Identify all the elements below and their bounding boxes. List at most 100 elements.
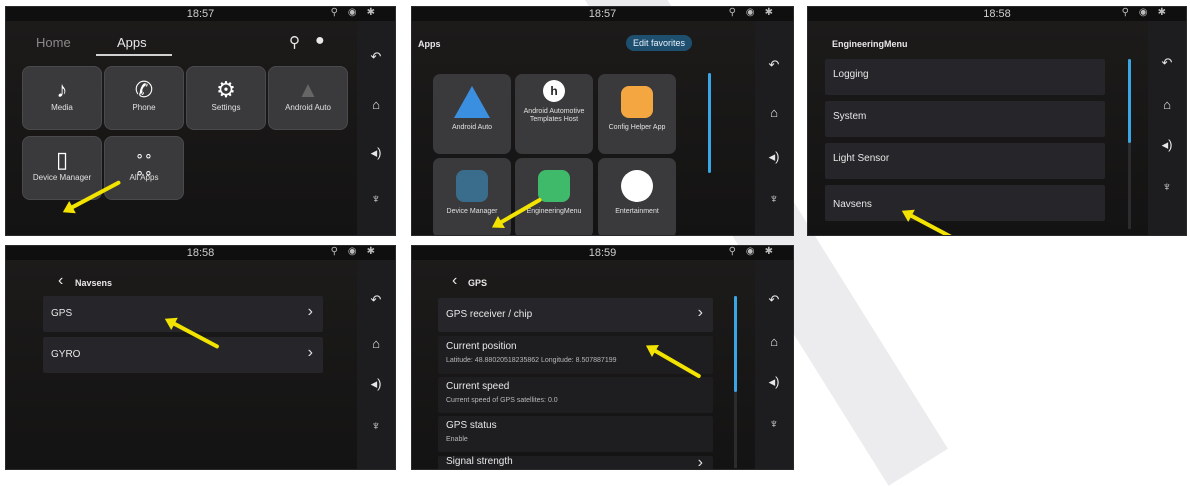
scrollbar[interactable] xyxy=(1128,59,1131,143)
volume-icon[interactable]: ◂) xyxy=(755,149,793,165)
account-icon[interactable]: ● xyxy=(315,32,325,50)
menu-item-logging[interactable]: Logging xyxy=(825,59,1105,95)
back-chevron-icon[interactable]: ‹ xyxy=(58,272,63,290)
app-grid-area: Apps Edit favorites Android Auto h Andro… xyxy=(412,21,755,235)
volume-icon[interactable]: ◂) xyxy=(357,145,395,161)
volume-icon[interactable]: ◂) xyxy=(1148,137,1186,153)
menu-item-gyro[interactable]: GYRO › xyxy=(43,337,323,373)
music-app-icon xyxy=(621,170,653,202)
page-title: Navsens xyxy=(75,278,113,288)
gps-area: ‹ GPS GPS receiver / chip › Current posi… xyxy=(412,260,755,469)
tab-apps-underline xyxy=(96,54,172,56)
status-bar: 18:58 ⚲◉✱ xyxy=(6,246,395,260)
microphone-icon[interactable]: ♆ xyxy=(755,416,793,431)
tile-label: Android Auto xyxy=(451,124,493,131)
smartphone-icon: ▯ xyxy=(55,147,69,172)
tile-templates-host[interactable]: h Android Automotive Templates Host xyxy=(515,74,593,154)
home-icon[interactable]: ⌂ xyxy=(755,334,793,349)
current-position-item[interactable]: Current position Latitude: 48.8802051823… xyxy=(438,336,713,374)
status-icons: ⚲◉✱ xyxy=(330,7,385,18)
microphone-icon[interactable]: ♆ xyxy=(357,418,395,433)
microphone-icon[interactable]: ♆ xyxy=(755,191,793,206)
screenshot-gps: 18:59 ⚲◉✱ ‹ GPS GPS receiver / chip › Cu… xyxy=(411,245,794,470)
tile-label: Entertainment xyxy=(615,208,659,215)
current-speed-item[interactable]: Current speed Current speed of GPS satel… xyxy=(438,377,713,413)
clock: 18:59 xyxy=(588,247,617,259)
back-chevron-icon[interactable]: ‹ xyxy=(452,272,457,290)
tile-label: EngineeringMenu xyxy=(526,208,582,215)
status-icons: ⚲◉✱ xyxy=(728,7,783,18)
tile-entertainment[interactable]: Entertainment xyxy=(598,158,676,235)
tile-settings[interactable]: ⚙ Settings xyxy=(186,66,266,130)
back-icon[interactable]: ↶ xyxy=(1148,55,1186,71)
item-title: GPS status xyxy=(446,420,497,431)
back-icon[interactable]: ↶ xyxy=(755,292,793,308)
back-icon[interactable]: ↶ xyxy=(357,49,395,65)
home-icon[interactable]: ⌂ xyxy=(357,97,395,112)
tile-label: Media xyxy=(51,103,73,112)
gear-icon: ⚙ xyxy=(216,77,236,102)
all-apps-icon: ∘∘ ∘∘ xyxy=(135,147,153,180)
scrollbar[interactable] xyxy=(708,73,711,173)
home-icon[interactable]: ⌂ xyxy=(357,336,395,351)
tile-label: Android Auto xyxy=(285,103,331,112)
edit-favorites-button[interactable]: Edit favorites xyxy=(626,35,693,51)
tab-apps[interactable]: Apps xyxy=(117,35,147,50)
menu-item-light-sensor[interactable]: Light Sensor xyxy=(825,143,1105,179)
item-title: Current speed xyxy=(446,381,510,392)
menu-area: EngineeringMenu Logging System Light Sen… xyxy=(808,21,1148,235)
menu-item-navsens[interactable]: Navsens xyxy=(825,185,1105,221)
screenshot-navsens: 18:58 ⚲◉✱ ‹ Navsens GPS › GYRO › ↶ ⌂ ◂) … xyxy=(5,245,396,470)
menu-item-label: Navsens xyxy=(833,199,872,210)
tile-config-helper[interactable]: Config Helper App xyxy=(598,74,676,154)
menu-item-system[interactable]: System xyxy=(825,101,1105,137)
navsens-area: ‹ Navsens GPS › GYRO › xyxy=(6,260,357,469)
page-title: Apps xyxy=(418,39,441,49)
config-helper-icon xyxy=(621,86,653,118)
tile-label: Device Manager xyxy=(32,173,92,182)
tile-label: Config Helper App xyxy=(608,124,666,131)
microphone-icon[interactable]: ♆ xyxy=(1148,179,1186,194)
tile-media[interactable]: ♪ Media xyxy=(22,66,102,130)
menu-item-label: GYRO xyxy=(51,349,81,360)
back-icon[interactable]: ↶ xyxy=(357,292,395,308)
tile-android-auto[interactable]: Android Auto xyxy=(433,74,511,154)
tile-engineering-menu[interactable]: EngineeringMenu xyxy=(515,158,593,235)
page-title: EngineeringMenu xyxy=(832,39,908,49)
item-value: Enable xyxy=(446,436,468,443)
item-value: Latitude: 48.88020518235862 Longitude: 8… xyxy=(446,357,617,364)
tab-home[interactable]: Home xyxy=(36,35,71,50)
tile-device-manager[interactable]: ▯ Device Manager xyxy=(22,136,102,200)
android-auto-icon xyxy=(454,86,490,118)
nav-rail: ↶ ⌂ ◂) ♆ xyxy=(755,260,793,469)
android-icon xyxy=(538,170,570,202)
tile-android-auto[interactable]: ▲ Android Auto xyxy=(268,66,348,130)
tile-phone[interactable]: ✆ Phone xyxy=(104,66,184,130)
tile-label: Phone xyxy=(132,103,156,112)
home-icon[interactable]: ⌂ xyxy=(755,105,793,120)
tile-label: Android Automotive Templates Host xyxy=(523,108,585,123)
nav-rail: ↶ ⌂ ◂) ♆ xyxy=(357,260,395,469)
volume-icon[interactable]: ◂) xyxy=(357,376,395,392)
gps-receiver-item[interactable]: GPS receiver / chip › xyxy=(438,298,713,332)
tile-all-apps[interactable]: ∘∘ ∘∘ All Apps xyxy=(104,136,184,200)
item-title: Signal strength xyxy=(446,456,513,467)
screenshot-engineering-menu: 18:58 ⚲◉✱ EngineeringMenu Logging System… xyxy=(807,6,1187,236)
chevron-right-icon: › xyxy=(307,344,313,361)
nav-rail: ↶ ⌂ ◂) ♆ xyxy=(755,21,793,235)
templates-host-icon: h xyxy=(543,80,565,102)
scrollbar[interactable] xyxy=(734,296,737,392)
status-icons: ⚲◉✱ xyxy=(330,246,385,257)
volume-icon[interactable]: ◂) xyxy=(755,374,793,390)
status-bar: 18:57 ⚲◉✱ xyxy=(412,7,793,21)
search-icon[interactable]: ⚲ xyxy=(289,33,300,51)
home-icon[interactable]: ⌂ xyxy=(1148,97,1186,112)
back-icon[interactable]: ↶ xyxy=(755,57,793,73)
clock: 18:57 xyxy=(588,8,617,20)
tile-label: Device Manager xyxy=(446,208,498,215)
microphone-icon[interactable]: ♆ xyxy=(357,191,395,206)
status-bar: 18:57 ⚲◉✱ xyxy=(6,7,395,21)
gps-status-item[interactable]: GPS status Enable xyxy=(438,416,713,452)
phone-icon: ✆ xyxy=(134,77,154,102)
android-auto-icon: ▲ xyxy=(297,77,319,102)
